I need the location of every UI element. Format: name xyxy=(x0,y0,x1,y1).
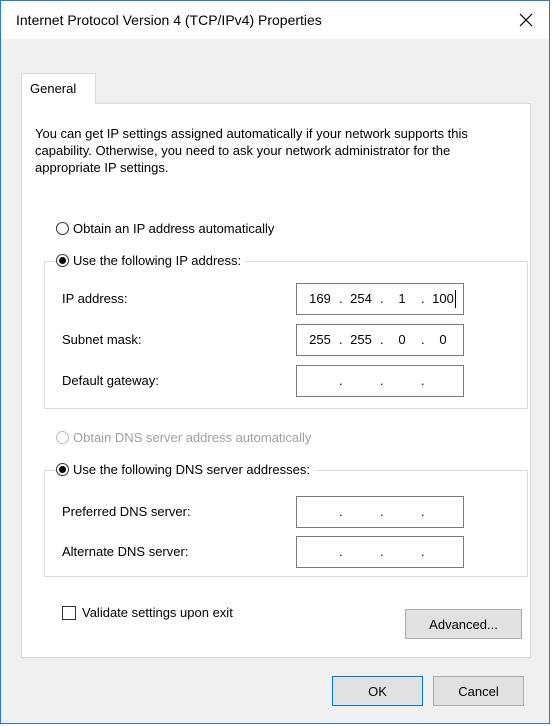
advanced-button[interactable]: Advanced... xyxy=(405,609,522,639)
dns-auto-label: Obtain DNS server address automatically xyxy=(73,430,312,445)
text-caret xyxy=(455,290,456,308)
dns-auto-radio[interactable] xyxy=(56,431,69,444)
octet-separator: . xyxy=(421,373,425,388)
ip-auto-radio[interactable] xyxy=(56,222,69,235)
octet-separator: . xyxy=(421,544,425,559)
window-title: Internet Protocol Version 4 (TCP/IPv4) P… xyxy=(16,12,322,28)
octet-separator: . xyxy=(339,504,343,519)
close-icon xyxy=(519,13,533,27)
dns-manual-label: Use the following DNS server addresses: xyxy=(73,462,310,477)
octet-separator: . xyxy=(380,544,384,559)
subnet-mask-label: Subnet mask: xyxy=(62,332,142,347)
tab-general-label: General xyxy=(30,81,77,96)
subnet-octet-1: 255 xyxy=(309,332,331,347)
octet-separator: . xyxy=(339,544,343,559)
default-gateway-label: Default gateway: xyxy=(62,373,159,388)
ip-octet-2: 254 xyxy=(350,291,372,306)
preferred-dns-label: Preferred DNS server: xyxy=(62,504,191,519)
ip-auto-label: Obtain an IP address automatically xyxy=(73,221,275,236)
title-bar: Internet Protocol Version 4 (TCP/IPv4) P… xyxy=(1,1,549,39)
subnet-octet-2: 255 xyxy=(350,332,372,347)
octet-separator: . xyxy=(421,332,425,347)
octet-separator: . xyxy=(380,373,384,388)
octet-separator: . xyxy=(421,504,425,519)
octet-separator: . xyxy=(339,332,343,347)
validate-label: Validate settings upon exit xyxy=(82,605,233,620)
octet-separator: . xyxy=(421,291,425,306)
preferred-dns-input[interactable]: . . . xyxy=(296,496,464,528)
cancel-button[interactable]: Cancel xyxy=(433,676,524,706)
subnet-octet-4: 0 xyxy=(439,332,447,347)
ip-auto-option[interactable]: Obtain an IP address automatically xyxy=(56,221,279,236)
octet-separator: . xyxy=(339,291,343,306)
tab-general[interactable]: General xyxy=(21,73,96,104)
ip-octet-4: 100 xyxy=(432,291,454,306)
validate-checkbox[interactable] xyxy=(62,606,76,620)
subnet-octet-3: 0 xyxy=(398,332,406,347)
alternate-dns-input[interactable]: . . . xyxy=(296,536,464,568)
dns-manual-radio[interactable] xyxy=(56,463,69,476)
octet-separator: . xyxy=(380,504,384,519)
ip-octet-3: 1 xyxy=(398,291,406,306)
ok-button[interactable]: OK xyxy=(332,676,423,706)
intro-text: You can get IP settings assigned automat… xyxy=(35,126,468,175)
octet-separator: . xyxy=(380,291,384,306)
close-button[interactable] xyxy=(503,1,549,39)
octet-separator: . xyxy=(380,332,384,347)
alternate-dns-label: Alternate DNS server: xyxy=(62,544,189,559)
octet-separator: . xyxy=(339,373,343,388)
dns-manual-option[interactable]: Use the following DNS server addresses: xyxy=(56,462,314,477)
subnet-mask-input[interactable]: 255 . 255 . 0 . 0 xyxy=(296,324,464,356)
ip-manual-radio[interactable] xyxy=(56,254,69,267)
ip-manual-option[interactable]: Use the following IP address: xyxy=(56,253,246,268)
ip-address-label: IP address: xyxy=(62,291,128,306)
ip-octet-1: 169 xyxy=(309,291,331,306)
properties-dialog: Internet Protocol Version 4 (TCP/IPv4) P… xyxy=(0,0,550,724)
ip-manual-label: Use the following IP address: xyxy=(73,253,242,268)
dns-auto-option[interactable]: Obtain DNS server address automatically xyxy=(56,430,316,445)
ip-address-input[interactable]: 169 . 254 . 1 . 100 xyxy=(296,283,464,315)
default-gateway-input[interactable]: . . . xyxy=(296,365,464,397)
